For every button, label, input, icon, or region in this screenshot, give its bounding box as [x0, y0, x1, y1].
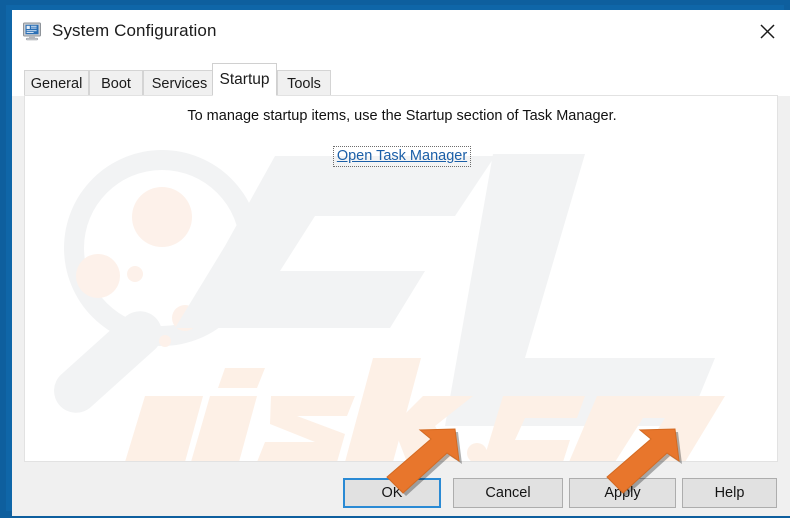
ok-button[interactable]: OK	[343, 478, 441, 508]
title-bar: System Configuration	[12, 10, 790, 53]
startup-info-text: To manage startup items, use the Startup…	[187, 108, 617, 124]
button-label: Apply	[604, 485, 641, 501]
apply-button[interactable]: Apply	[569, 478, 676, 508]
tab-label: Tools	[287, 75, 321, 92]
cancel-button[interactable]: Cancel	[453, 478, 563, 508]
open-task-manager-link[interactable]: Open Task Manager	[332, 146, 472, 167]
tab-label: General	[30, 75, 83, 92]
system-configuration-window: System Configuration General Boot Servic…	[0, 0, 790, 518]
tab-strip: General Boot Services Startup Tools	[12, 53, 790, 96]
page-title: System Configuration	[52, 21, 217, 40]
help-button[interactable]: Help	[682, 478, 777, 508]
window-inner: System Configuration General Boot Servic…	[12, 10, 790, 516]
tab-tools[interactable]: Tools	[277, 70, 331, 96]
startup-tab-panel: To manage startup items, use the Startup…	[24, 95, 778, 462]
tab-boot[interactable]: Boot	[89, 70, 143, 96]
button-label: Cancel	[485, 485, 531, 501]
tab-services[interactable]: Services	[143, 70, 216, 96]
button-label: OK	[381, 485, 403, 501]
tab-general[interactable]: General	[24, 70, 89, 96]
tab-label: Startup	[219, 70, 270, 88]
dialog-footer: OK Cancel Apply Help	[12, 462, 790, 516]
button-label: Help	[714, 485, 745, 501]
system-configuration-icon	[22, 22, 44, 42]
tab-label: Boot	[101, 75, 131, 92]
close-icon[interactable]	[744, 10, 790, 53]
tab-startup[interactable]: Startup	[212, 63, 277, 96]
open-task-manager-link-wrap: Open Task Manager	[25, 146, 777, 167]
tab-label: Services	[151, 75, 208, 92]
